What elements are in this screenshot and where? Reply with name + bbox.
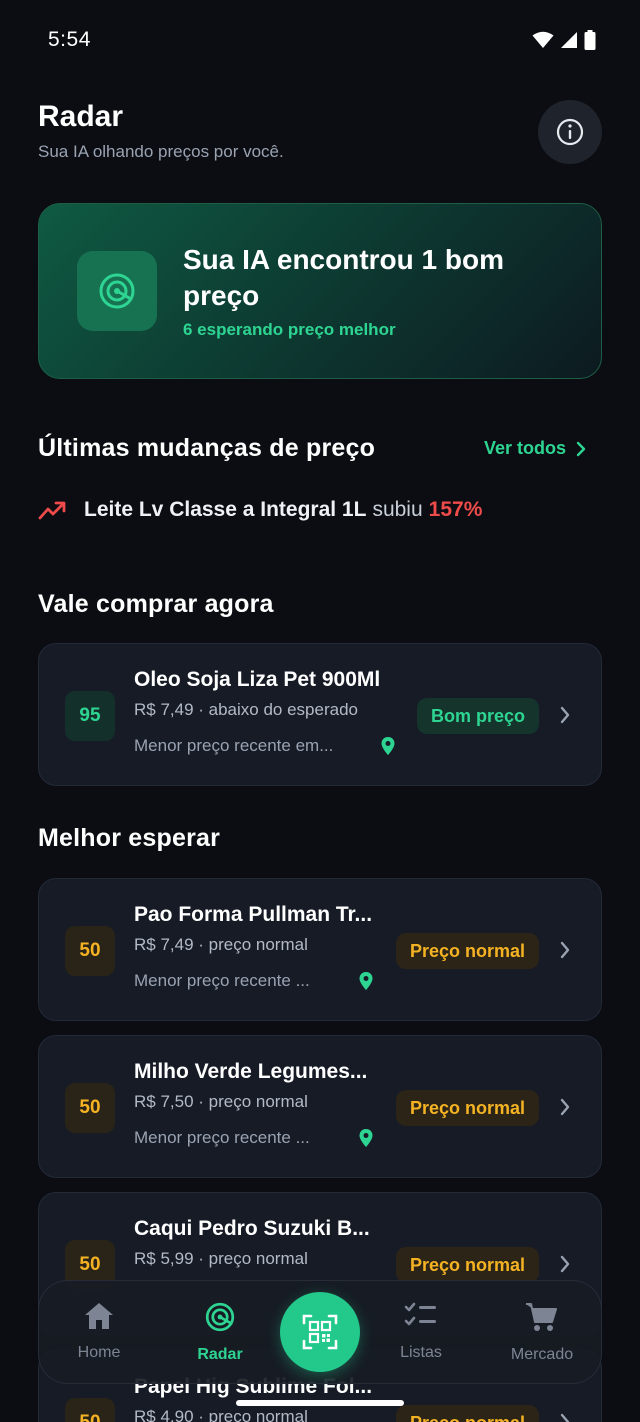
product-card[interactable]: 50 Pao Forma Pullman Tr... R$ 7,49 · pre… bbox=[38, 878, 602, 1021]
status-badge: Preço normal bbox=[395, 1247, 539, 1283]
nav-label-radar: Radar bbox=[197, 1346, 243, 1363]
product-recent-price: Menor preço recente ... bbox=[134, 1128, 310, 1147]
product-name: Caqui Pedro Suzuki B... bbox=[134, 1217, 370, 1240]
product-price: R$ 7,50 · preço normal bbox=[134, 1092, 308, 1111]
price-change-percent: 157% bbox=[428, 498, 483, 521]
product-card[interactable]: 95 Oleo Soja Liza Pet 900Ml R$ 7,49 · ab… bbox=[38, 643, 602, 786]
home-indicator bbox=[236, 1400, 404, 1406]
chevron-right-icon bbox=[560, 706, 570, 724]
chevron-right-icon bbox=[560, 1413, 570, 1422]
product-recent-price: Menor preço recente ... bbox=[134, 971, 310, 990]
product-price: R$ 4,90 · preço normal bbox=[134, 1407, 308, 1422]
section-title-buy-now: Vale comprar agora bbox=[38, 590, 274, 618]
wait-header: Melhor esperar bbox=[38, 824, 602, 853]
nav-item-home[interactable]: Home bbox=[49, 1301, 149, 1362]
product-price: R$ 5,99 · preço normal bbox=[134, 1249, 308, 1268]
info-button[interactable] bbox=[538, 100, 602, 164]
cart-icon bbox=[526, 1303, 557, 1331]
status-bar: 5:54 bbox=[0, 0, 640, 80]
product-recent-price: Menor preço recente em... bbox=[134, 736, 334, 755]
hero-subtitle: 6 esperando preço melhor bbox=[183, 320, 396, 339]
status-icons bbox=[532, 30, 596, 50]
score-badge: 50 bbox=[65, 926, 115, 976]
status-badge: Bom preço bbox=[416, 698, 539, 734]
chevron-right-icon bbox=[560, 1255, 570, 1273]
page-header: Radar Sua IA olhando preços por você. bbox=[38, 100, 602, 170]
score-badge: 95 bbox=[65, 691, 115, 741]
see-all-link[interactable]: Ver todos bbox=[484, 438, 586, 459]
product-name: Milho Verde Legumes... bbox=[134, 1060, 368, 1083]
radar-icon bbox=[205, 1302, 235, 1332]
product-price: R$ 7,49 · preço normal bbox=[134, 935, 308, 954]
score-badge: 50 bbox=[65, 1083, 115, 1133]
signal-icon bbox=[561, 32, 577, 48]
nav-label-home: Home bbox=[77, 1344, 121, 1361]
radar-icon bbox=[99, 273, 135, 309]
qr-scan-icon bbox=[302, 1314, 338, 1350]
price-change-item[interactable]: Leite Lv Classe a Integral 1L subiu 157% bbox=[38, 498, 602, 522]
section-title-wait: Melhor esperar bbox=[38, 824, 221, 852]
home-icon bbox=[85, 1303, 113, 1329]
price-changes-header: Últimas mudanças de preço Ver todos bbox=[38, 434, 602, 463]
battery-icon bbox=[584, 30, 596, 50]
location-pin-icon bbox=[359, 1129, 373, 1147]
radar-summary-card[interactable]: Sua IA encontrou 1 bom preço 6 esperando… bbox=[38, 203, 602, 379]
hero-icon-box bbox=[77, 251, 157, 331]
price-change-product: Leite Lv Classe a Integral 1L bbox=[84, 498, 367, 521]
status-badge: Preço normal bbox=[395, 933, 539, 969]
status-badge: Preço normal bbox=[395, 1405, 539, 1422]
status-badge: Preço normal bbox=[395, 1090, 539, 1126]
nav-label-lists: Listas bbox=[400, 1344, 442, 1361]
scan-button[interactable] bbox=[280, 1292, 360, 1372]
nav-item-radar[interactable]: Radar bbox=[170, 1301, 270, 1364]
chevron-right-icon bbox=[576, 441, 586, 456]
checklist-icon bbox=[404, 1302, 436, 1326]
page-subtitle: Sua IA olhando preços por você. bbox=[38, 142, 284, 161]
product-price: R$ 7,49 · abaixo do esperado bbox=[134, 700, 358, 719]
score-badge: 50 bbox=[65, 1398, 115, 1422]
buy-now-header: Vale comprar agora bbox=[38, 590, 602, 619]
nav-item-lists[interactable]: Listas bbox=[371, 1301, 471, 1362]
status-time: 5:54 bbox=[48, 28, 91, 51]
section-title-price-changes: Últimas mudanças de preço bbox=[38, 434, 376, 462]
hero-title: Sua IA encontrou 1 bom preço bbox=[183, 244, 504, 311]
trending-up-icon bbox=[38, 501, 66, 520]
nav-label-market: Mercado bbox=[510, 1346, 574, 1363]
chevron-right-icon bbox=[560, 941, 570, 959]
location-pin-icon bbox=[381, 737, 395, 755]
wifi-icon bbox=[532, 31, 554, 48]
location-pin-icon bbox=[359, 972, 373, 990]
info-icon bbox=[556, 118, 584, 146]
product-card[interactable]: 50 Milho Verde Legumes... R$ 7,50 · preç… bbox=[38, 1035, 602, 1178]
product-name: Pao Forma Pullman Tr... bbox=[134, 903, 373, 926]
page-title: Radar bbox=[38, 100, 124, 133]
price-change-verb: subiu bbox=[372, 498, 423, 521]
product-name: Oleo Soja Liza Pet 900Ml bbox=[134, 668, 381, 691]
chevron-right-icon bbox=[560, 1098, 570, 1116]
nav-item-market[interactable]: Mercado bbox=[492, 1301, 592, 1364]
hero-text: Sua IA encontrou 1 bom preço 6 esperando… bbox=[183, 242, 543, 340]
see-all-label: Ver todos bbox=[483, 438, 566, 458]
